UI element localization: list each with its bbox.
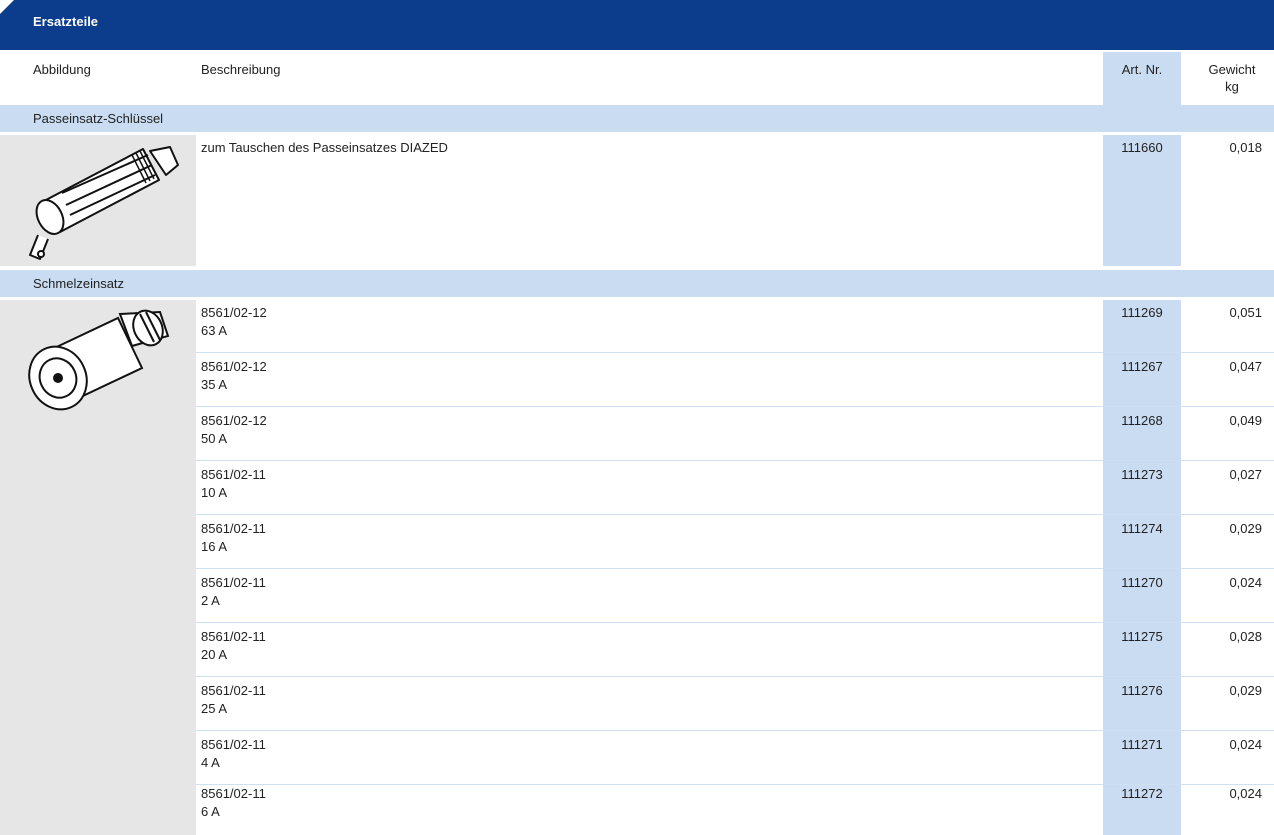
- row-rating: 4 A: [201, 755, 220, 770]
- section-header: Schmelzeinsatz: [0, 270, 1274, 297]
- row-rating: 63 A: [201, 323, 228, 338]
- row-type: 8561/02-11: [201, 786, 266, 801]
- weight-unit: kg: [1225, 79, 1239, 94]
- section-header: Passeinsatz-Schlüssel: [0, 105, 1274, 132]
- row-description: zum Tauschen des Passeinsatzes DIAZED: [201, 140, 448, 155]
- row-artnr: 111268: [1121, 413, 1163, 428]
- table-row: 8561/02-12 50 A 111268 0,049: [0, 408, 1274, 461]
- table-row: 8561/02-11 16 A 111274 0,029: [0, 516, 1274, 569]
- row-divider: [196, 568, 1274, 569]
- table-row: 8561/02-11 10 A 111273 0,027: [0, 462, 1274, 515]
- row-rating: 10 A: [201, 485, 228, 500]
- row-rating: 35 A: [201, 377, 228, 392]
- row-type: 8561/02-12: [201, 359, 267, 374]
- row-artnr: 111273: [1121, 467, 1163, 482]
- row-weight: 0,024: [1229, 737, 1262, 752]
- row-weight: 0,029: [1229, 521, 1262, 536]
- row-weight: 0,024: [1229, 575, 1262, 590]
- row-description: 8561/02-11 6 A: [201, 785, 266, 821]
- table-header: Abbildung Beschreibung Art. Nr. Gewicht …: [0, 52, 1274, 105]
- column-header-image: Abbildung: [33, 62, 91, 77]
- section-label: Passeinsatz-Schlüssel: [33, 111, 164, 126]
- row-type: 8561/02-12: [201, 305, 267, 320]
- column-header-weight: Gewicht kg: [1190, 61, 1274, 95]
- row-artnr: 111270: [1121, 575, 1163, 590]
- row-divider: [196, 514, 1274, 515]
- row-type: 8561/02-12: [201, 413, 267, 428]
- row-divider: [196, 622, 1274, 623]
- row-description: 8561/02-11 10 A: [201, 466, 266, 502]
- row-type: 8561/02-11: [201, 629, 266, 644]
- table-row: 8561/02-11 2 A 111270 0,024: [0, 570, 1274, 623]
- row-description: 8561/02-12 35 A: [201, 358, 267, 394]
- row-type: 8561/02-11: [201, 575, 266, 590]
- banner-title: Ersatzteile: [33, 14, 99, 29]
- row-rating: 25 A: [201, 701, 228, 716]
- row-rating: 6 A: [201, 804, 220, 819]
- row-divider: [196, 676, 1274, 677]
- row-divider: [196, 352, 1274, 353]
- table-row: 8561/02-11 25 A 111276 0,029: [0, 678, 1274, 731]
- column-header-description: Beschreibung: [201, 62, 281, 77]
- row-type: 8561/02-11: [201, 467, 266, 482]
- row-weight: 0,051: [1229, 305, 1262, 320]
- row-rating: 16 A: [201, 539, 228, 554]
- row-type: 8561/02-11: [201, 737, 266, 752]
- row-artnr: 111267: [1121, 359, 1163, 374]
- row-type: 8561/02-11: [201, 521, 266, 536]
- table-row: 8561/02-11 4 A 111271 0,024: [0, 732, 1274, 785]
- row-description: 8561/02-11 25 A: [201, 682, 266, 718]
- row-artnr: 111274: [1121, 521, 1163, 536]
- weight-label: Gewicht: [1208, 62, 1256, 77]
- row-weight: 0,028: [1229, 629, 1262, 644]
- row-weight: 0,024: [1229, 786, 1262, 801]
- row-weight: 0,049: [1229, 413, 1262, 428]
- table-row: 8561/02-12 63 A 111269 0,051: [0, 300, 1274, 353]
- row-artnr: 111271: [1121, 737, 1163, 752]
- row-rating: 20 A: [201, 647, 228, 662]
- row-description: 8561/02-11 2 A: [201, 574, 266, 610]
- column-header-artnr-cell: Art. Nr.: [1103, 52, 1181, 105]
- row-type: 8561/02-11: [201, 683, 266, 698]
- row-artnr: 111272: [1121, 786, 1163, 801]
- column-header-artnr: Art. Nr.: [1121, 62, 1163, 77]
- row-description: 8561/02-11 20 A: [201, 628, 266, 664]
- section-banner: Ersatzteile: [0, 0, 1274, 50]
- table-row: zum Tauschen des Passeinsatzes DIAZED 11…: [0, 135, 1274, 266]
- row-divider: [196, 730, 1274, 731]
- row-artnr: 111276: [1121, 683, 1163, 698]
- row-divider: [196, 406, 1274, 407]
- row-weight: 0,018: [1229, 140, 1262, 155]
- row-artnr: 111660: [1121, 140, 1163, 155]
- table-row: 8561/02-11 6 A 111272 0,024: [0, 781, 1274, 834]
- section-label: Schmelzeinsatz: [33, 276, 125, 291]
- row-description: 8561/02-11 4 A: [201, 736, 266, 772]
- row-description: 8561/02-11 16 A: [201, 520, 266, 556]
- row-weight: 0,029: [1229, 683, 1262, 698]
- row-divider: [196, 460, 1274, 461]
- row-rating: 2 A: [201, 593, 220, 608]
- row-rating: 50 A: [201, 431, 228, 446]
- row-weight: 0,027: [1229, 467, 1262, 482]
- table-row: 8561/02-12 35 A 111267 0,047: [0, 354, 1274, 407]
- table-row: 8561/02-11 20 A 111275 0,028: [0, 624, 1274, 677]
- row-description: 8561/02-12 50 A: [201, 412, 267, 448]
- row-weight: 0,047: [1229, 359, 1262, 374]
- row-artnr: 111269: [1121, 305, 1163, 320]
- row-artnr: 111275: [1121, 629, 1163, 644]
- row-description: 8561/02-12 63 A: [201, 304, 267, 340]
